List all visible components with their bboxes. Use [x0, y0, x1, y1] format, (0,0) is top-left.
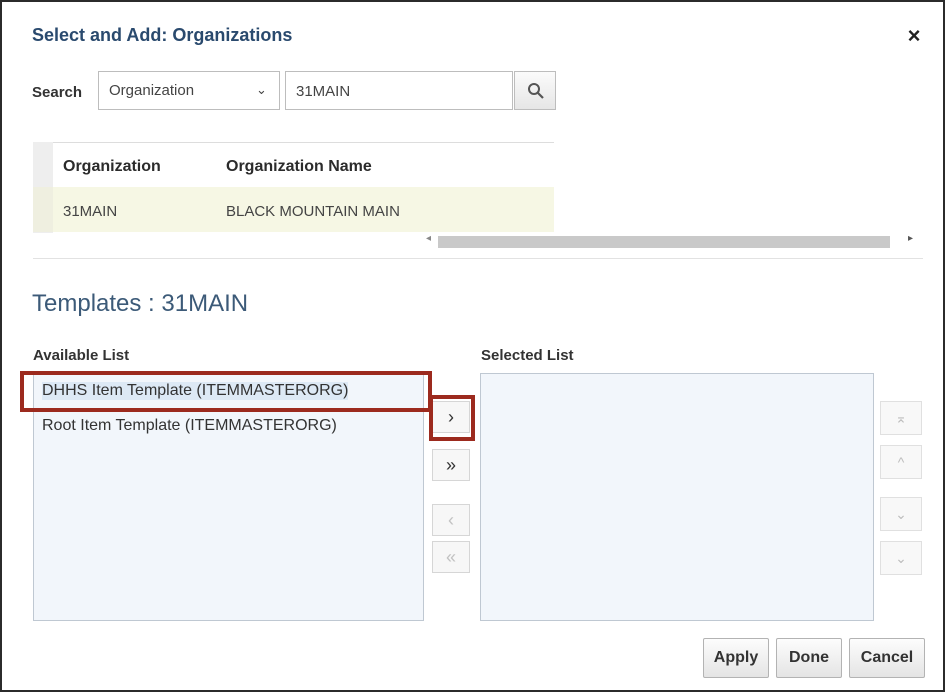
- search-icon: [528, 83, 544, 99]
- move-up-button[interactable]: ^: [880, 445, 922, 479]
- chevron-down-icon: ⌄: [895, 506, 907, 522]
- remove-button[interactable]: ‹: [432, 504, 470, 536]
- highlight-annotation: [429, 395, 475, 441]
- row-gutter: [33, 187, 53, 232]
- move-all-button[interactable]: »: [432, 449, 470, 481]
- search-input[interactable]: 31MAIN: [285, 71, 513, 110]
- chevron-up-icon: ^: [897, 454, 905, 470]
- scroll-right-icon[interactable]: ▸: [908, 233, 913, 244]
- column-header-organization-name[interactable]: Organization Name: [226, 158, 372, 176]
- available-list-label: Available List: [33, 347, 130, 364]
- selected-list-label: Selected List: [481, 347, 574, 364]
- chevron-bottom-icon: ⌄: [895, 550, 907, 566]
- list-item[interactable]: Root Item Template (ITEMMASTERORG): [42, 417, 337, 435]
- move-bottom-button[interactable]: ⌄: [880, 541, 922, 575]
- search-label: Search: [32, 84, 83, 101]
- apply-button[interactable]: Apply: [703, 638, 769, 678]
- templates-heading: Templates : 31MAIN: [32, 290, 249, 317]
- move-down-button[interactable]: ⌄: [880, 497, 922, 531]
- chevron-down-icon: ⌄: [256, 82, 267, 97]
- cell-organization: 31MAIN: [63, 203, 118, 220]
- table-top-border: [33, 142, 554, 143]
- search-button[interactable]: [514, 71, 556, 110]
- column-header-organization[interactable]: Organization: [63, 158, 161, 176]
- horizontal-scrollbar[interactable]: ◂ ▸: [420, 233, 923, 251]
- remove-all-button[interactable]: «: [432, 541, 470, 573]
- close-icon[interactable]: ×: [902, 24, 926, 48]
- move-top-button[interactable]: ⌅: [880, 401, 922, 435]
- scroll-left-icon[interactable]: ◂: [426, 233, 431, 244]
- selected-list[interactable]: [480, 373, 874, 621]
- chevron-top-icon: ⌅: [895, 410, 907, 426]
- highlight-annotation: [20, 371, 432, 412]
- cell-organization-name: BLACK MOUNTAIN MAIN: [226, 203, 400, 220]
- scroll-thumb[interactable]: [438, 236, 890, 248]
- search-field-value: Organization: [109, 82, 195, 99]
- search-field-select[interactable]: Organization ⌄: [98, 71, 280, 110]
- dialog-title: Select and Add: Organizations: [32, 25, 293, 45]
- section-divider: [33, 258, 923, 259]
- done-button[interactable]: Done: [776, 638, 842, 678]
- cancel-button[interactable]: Cancel: [849, 638, 925, 678]
